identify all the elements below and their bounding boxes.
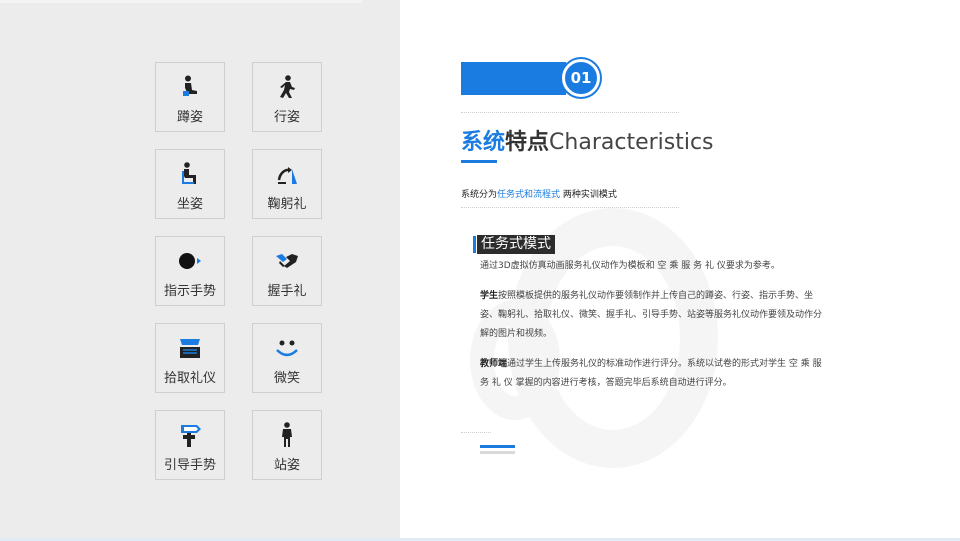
tile-bow: 鞠躬礼 — [252, 149, 322, 219]
student-text: 按照模板提供的服务礼仪动作要领制作并上传自己的蹲姿、行姿、指示手势、坐姿、鞠躬礼… — [480, 291, 823, 339]
tile-label: 握手礼 — [267, 284, 307, 299]
tile-label: 鞠躬礼 — [267, 197, 307, 212]
tile-point: 指示手势 — [155, 236, 225, 306]
student-paragraph: 学生按照模板提供的服务礼仪动作要领制作并上传自己的蹲姿、行姿、指示手势、坐姿、鞠… — [480, 287, 830, 344]
tile-walk: 行姿 — [252, 62, 322, 132]
mode-intro: 通过3D虚拟仿真动画服务礼仪动作为模板和 空 乘 服 务 礼 仪要求为参考。 — [480, 261, 780, 271]
subtitle-suffix: 两种实训模式 — [560, 190, 617, 200]
signpost-icon — [177, 422, 203, 448]
tile-label: 指示手势 — [163, 284, 216, 299]
walking-icon — [274, 74, 300, 100]
tile-stand: 站姿 — [252, 410, 322, 480]
tile-label: 坐姿 — [176, 197, 203, 212]
section-subtitle: 系统分为任务式和流程式 两种实训模式 — [461, 187, 617, 200]
divider — [461, 207, 679, 208]
student-label: 学生 — [480, 291, 499, 301]
tile-label: 拾取礼仪 — [163, 371, 216, 386]
title-english: Characteristics — [549, 130, 714, 155]
teacher-label: 教师端 — [480, 359, 508, 369]
tile-label: 站姿 — [273, 458, 300, 473]
mode-title: 任务式模式 — [477, 235, 555, 254]
tile-label: 微笑 — [273, 371, 300, 386]
sitting-icon — [177, 161, 203, 187]
subtitle-prefix: 系统分为 — [461, 190, 498, 200]
divider — [461, 432, 491, 433]
section-number-bar — [461, 62, 566, 95]
tile-guide: 引导手势 — [155, 410, 225, 480]
subtitle-highlight: 任务式和流程式 — [497, 190, 561, 200]
tile-squat: 蹲姿 — [155, 62, 225, 132]
divider — [461, 112, 679, 113]
tile-sit: 坐姿 — [155, 149, 225, 219]
title-dark: 特点 — [505, 130, 550, 155]
standing-icon — [274, 422, 300, 448]
section-title: 系统特点Characteristics — [461, 124, 714, 156]
top-strip — [0, 0, 362, 3]
tile-pickup: 拾取礼仪 — [155, 323, 225, 393]
section-number-badge: 01 — [562, 59, 600, 97]
tile-label: 引导手势 — [163, 458, 216, 473]
title-underline — [461, 160, 497, 163]
pointing-icon — [177, 248, 203, 274]
accent-bar — [480, 445, 515, 448]
accent-bar-gray — [480, 451, 515, 454]
handshake-icon — [274, 248, 300, 274]
bow-icon — [274, 161, 300, 187]
title-blue: 系统 — [461, 130, 506, 155]
teacher-paragraph: 教师端通过学生上传服务礼仪的标准动作进行评分。系统以试卷的形式对学生 空 乘 服… — [480, 355, 830, 393]
pickup-icon — [177, 335, 203, 361]
tile-label: 蹲姿 — [176, 110, 203, 125]
tile-handshake: 握手礼 — [252, 236, 322, 306]
tile-smile: 微笑 — [252, 323, 322, 393]
tile-label: 行姿 — [273, 110, 300, 125]
squat-icon — [177, 74, 203, 100]
smile-icon — [274, 335, 300, 361]
mode-title-marker — [473, 236, 476, 253]
teacher-text: 通过学生上传服务礼仪的标准动作进行评分。系统以试卷的形式对学生 空 乘 服 务 … — [480, 359, 822, 388]
